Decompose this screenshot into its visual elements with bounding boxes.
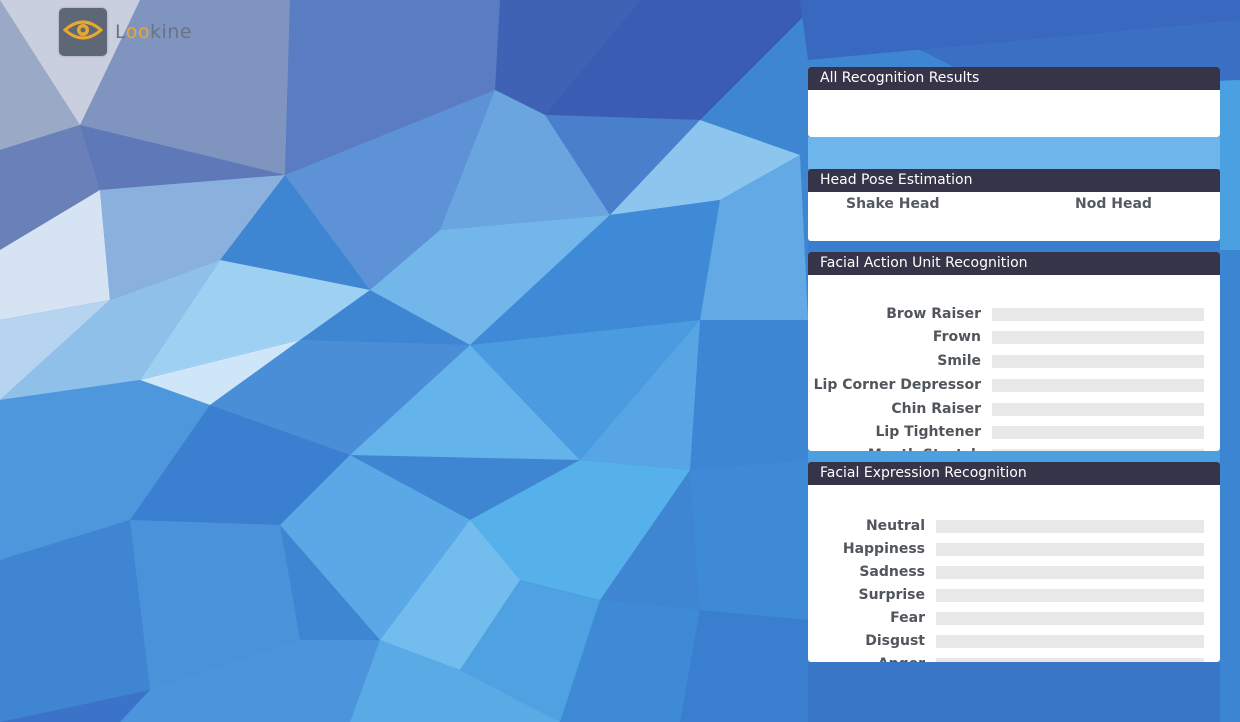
logo-badge: [59, 8, 107, 56]
level-bar: [936, 566, 1204, 579]
list-item: Lip Corner Depressor: [808, 374, 1220, 396]
panel-title: Head Pose Estimation: [808, 169, 1220, 192]
panel-title: Facial Action Unit Recognition: [808, 252, 1220, 275]
item-label: Surprise: [858, 587, 925, 603]
level-bar: [936, 635, 1204, 648]
level-bar: [936, 589, 1204, 602]
list-item: Neutral: [808, 515, 1220, 537]
list-item: Anger: [808, 653, 1220, 662]
level-bar: [936, 612, 1204, 625]
all-recognition-results-panel: All Recognition Results: [808, 67, 1220, 137]
list-item: Fear: [808, 607, 1220, 629]
item-label: Brow Raiser: [886, 306, 981, 322]
logo-wordmark: Lookine: [115, 21, 193, 43]
list-item: Sadness: [808, 561, 1220, 583]
level-bar: [992, 308, 1204, 321]
level-bar: [992, 403, 1204, 416]
item-label: Fear: [890, 610, 925, 626]
item-label: Sadness: [859, 564, 925, 580]
level-bar: [992, 379, 1204, 392]
list-item: Disgust: [808, 630, 1220, 652]
list-item: Chin Raiser: [808, 398, 1220, 420]
eye-icon: [62, 18, 104, 47]
list-item: Smile: [808, 350, 1220, 372]
list-item: Frown: [808, 326, 1220, 348]
item-label: Lip Corner Depressor: [813, 377, 981, 393]
head-pose-panel: Head Pose Estimation Shake Head Nod Head: [808, 169, 1220, 241]
list-item: Surprise: [808, 584, 1220, 606]
item-label: Mouth Stretch: [811, 444, 981, 451]
level-bar: [936, 658, 1204, 662]
item-label: Happiness: [842, 541, 925, 557]
app-logo: Lookine: [59, 8, 192, 56]
level-bar: [936, 520, 1204, 533]
level-bar: [936, 543, 1204, 556]
action-unit-panel: Facial Action Unit Recognition Brow Rais…: [808, 252, 1220, 451]
level-bar: [992, 426, 1204, 439]
panel-title: All Recognition Results: [808, 67, 1220, 90]
item-label: Neutral: [865, 518, 925, 534]
item-label: Smile: [937, 353, 981, 369]
list-item: Happiness: [808, 538, 1220, 560]
item-label: Chin Raiser: [891, 401, 981, 417]
panel-title: Facial Expression Recognition: [808, 462, 1220, 485]
level-bar: [992, 355, 1204, 368]
item-label: Anger: [815, 653, 925, 662]
list-item: Brow Raiser: [808, 303, 1220, 325]
item-label: Disgust: [865, 633, 925, 649]
item-label: Frown: [932, 329, 981, 345]
shake-head-label: Shake Head: [846, 196, 940, 212]
level-bar: [992, 449, 1204, 451]
list-item: Mouth Stretch: [808, 444, 1220, 451]
item-label: Lip Tightener: [875, 424, 981, 440]
nod-head-label: Nod Head: [1075, 196, 1152, 212]
list-item: Lip Tightener: [808, 421, 1220, 443]
expression-panel: Facial Expression Recognition Neutral Hap…: [808, 462, 1220, 662]
level-bar: [992, 331, 1204, 344]
